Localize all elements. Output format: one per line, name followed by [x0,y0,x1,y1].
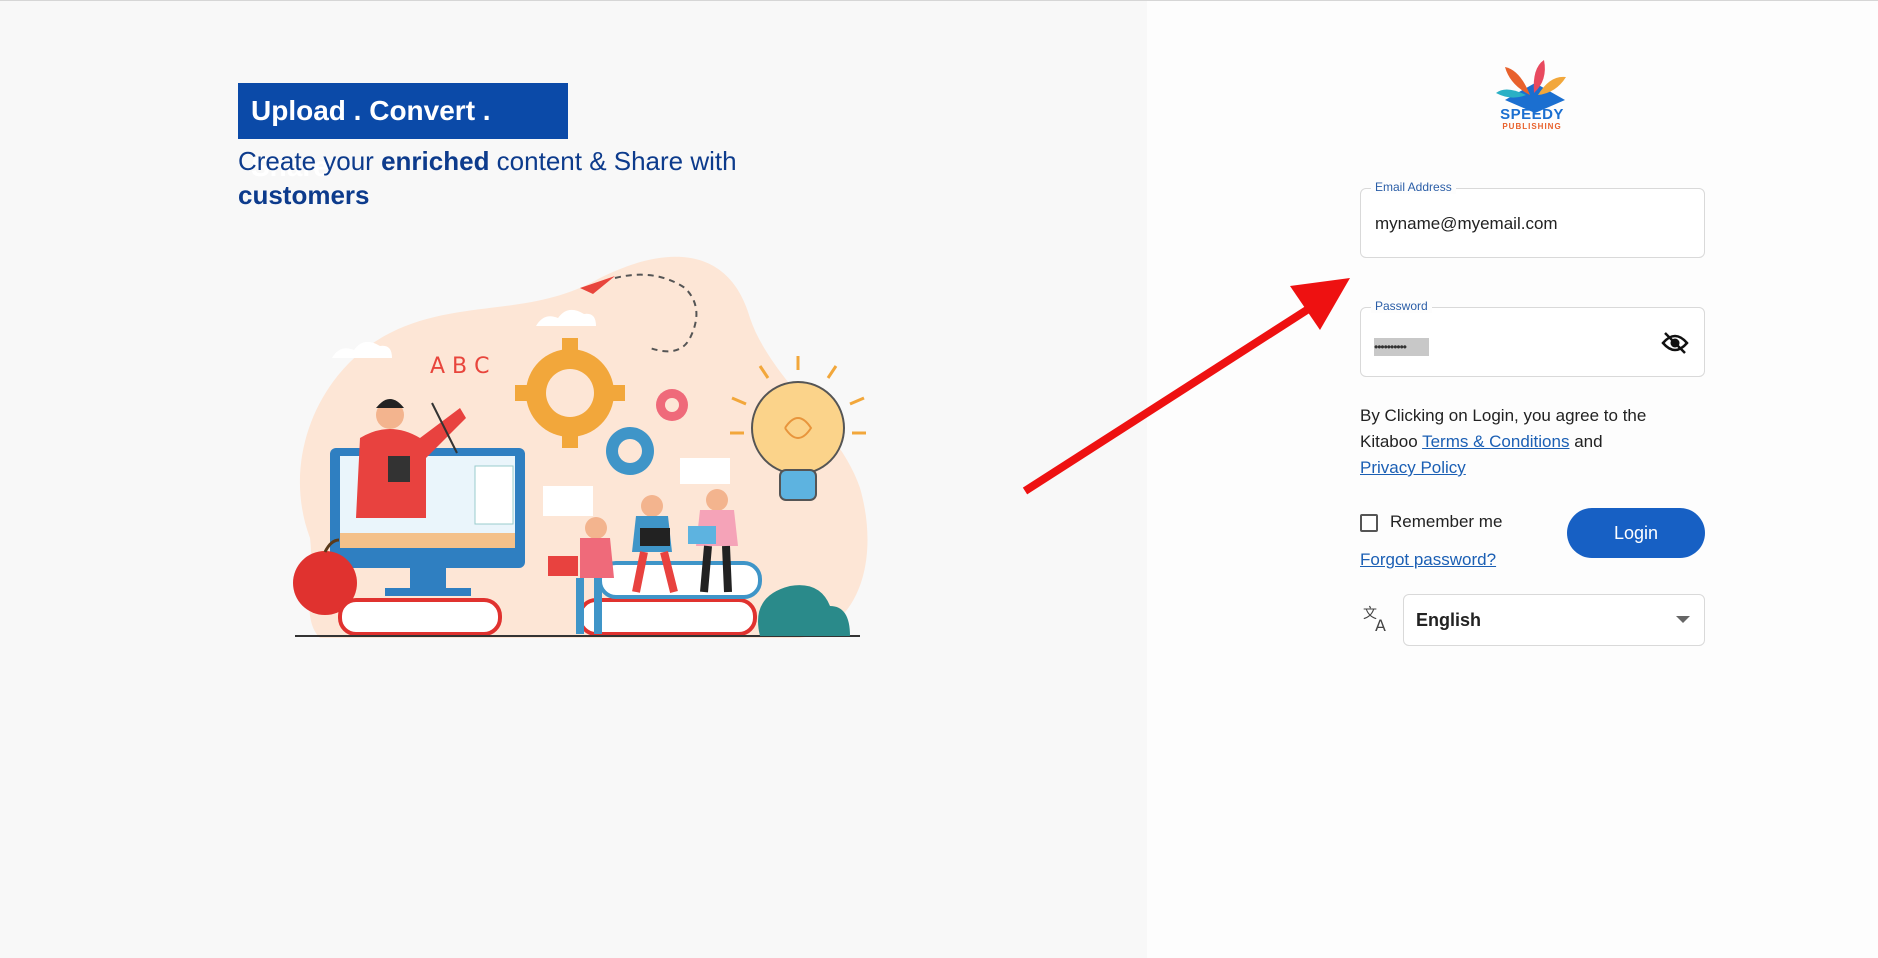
email-input[interactable] [1373,207,1677,241]
language-value: English [1416,610,1482,630]
remember-checkbox[interactable] [1360,514,1378,532]
abc-letters: A B C [430,354,490,379]
translate-icon: 文 A [1363,606,1386,634]
eye-slash-icon[interactable] [1660,330,1690,356]
password-field[interactable]: Password •••••••••• [1360,299,1705,377]
hero-tagline: Create your enriched content & Share wit… [238,146,737,210]
caret-down-icon [1676,616,1690,623]
email-label: Email Address [1371,180,1456,194]
logo-subtext: PUBLISHING [1502,122,1562,131]
email-field[interactable]: Email Address [1360,180,1705,258]
password-input[interactable]: •••••••••• [1374,338,1429,356]
gear-icon [606,427,654,475]
annotation-arrow [1022,278,1350,495]
password-label: Password [1371,299,1432,313]
logo-wordmark: SPEEDY [1500,106,1564,123]
hero-banner: Upload . Convert . Share [238,83,568,182]
teaching-illustration: A B C [293,256,868,638]
terms-notice: By Clicking on Login, you agree to the K… [1360,406,1647,477]
gear-icon [656,389,688,421]
login-button[interactable]: Login [1567,508,1705,558]
forgot-password-link[interactable]: Forgot password? [1360,550,1496,570]
remember-label[interactable]: Remember me [1390,512,1502,532]
privacy-link[interactable]: Privacy Policy [1360,458,1466,477]
language-select[interactable]: English [1403,594,1705,646]
terms-link[interactable]: Terms & Conditions [1422,432,1569,451]
svg-text:A: A [1375,616,1386,634]
